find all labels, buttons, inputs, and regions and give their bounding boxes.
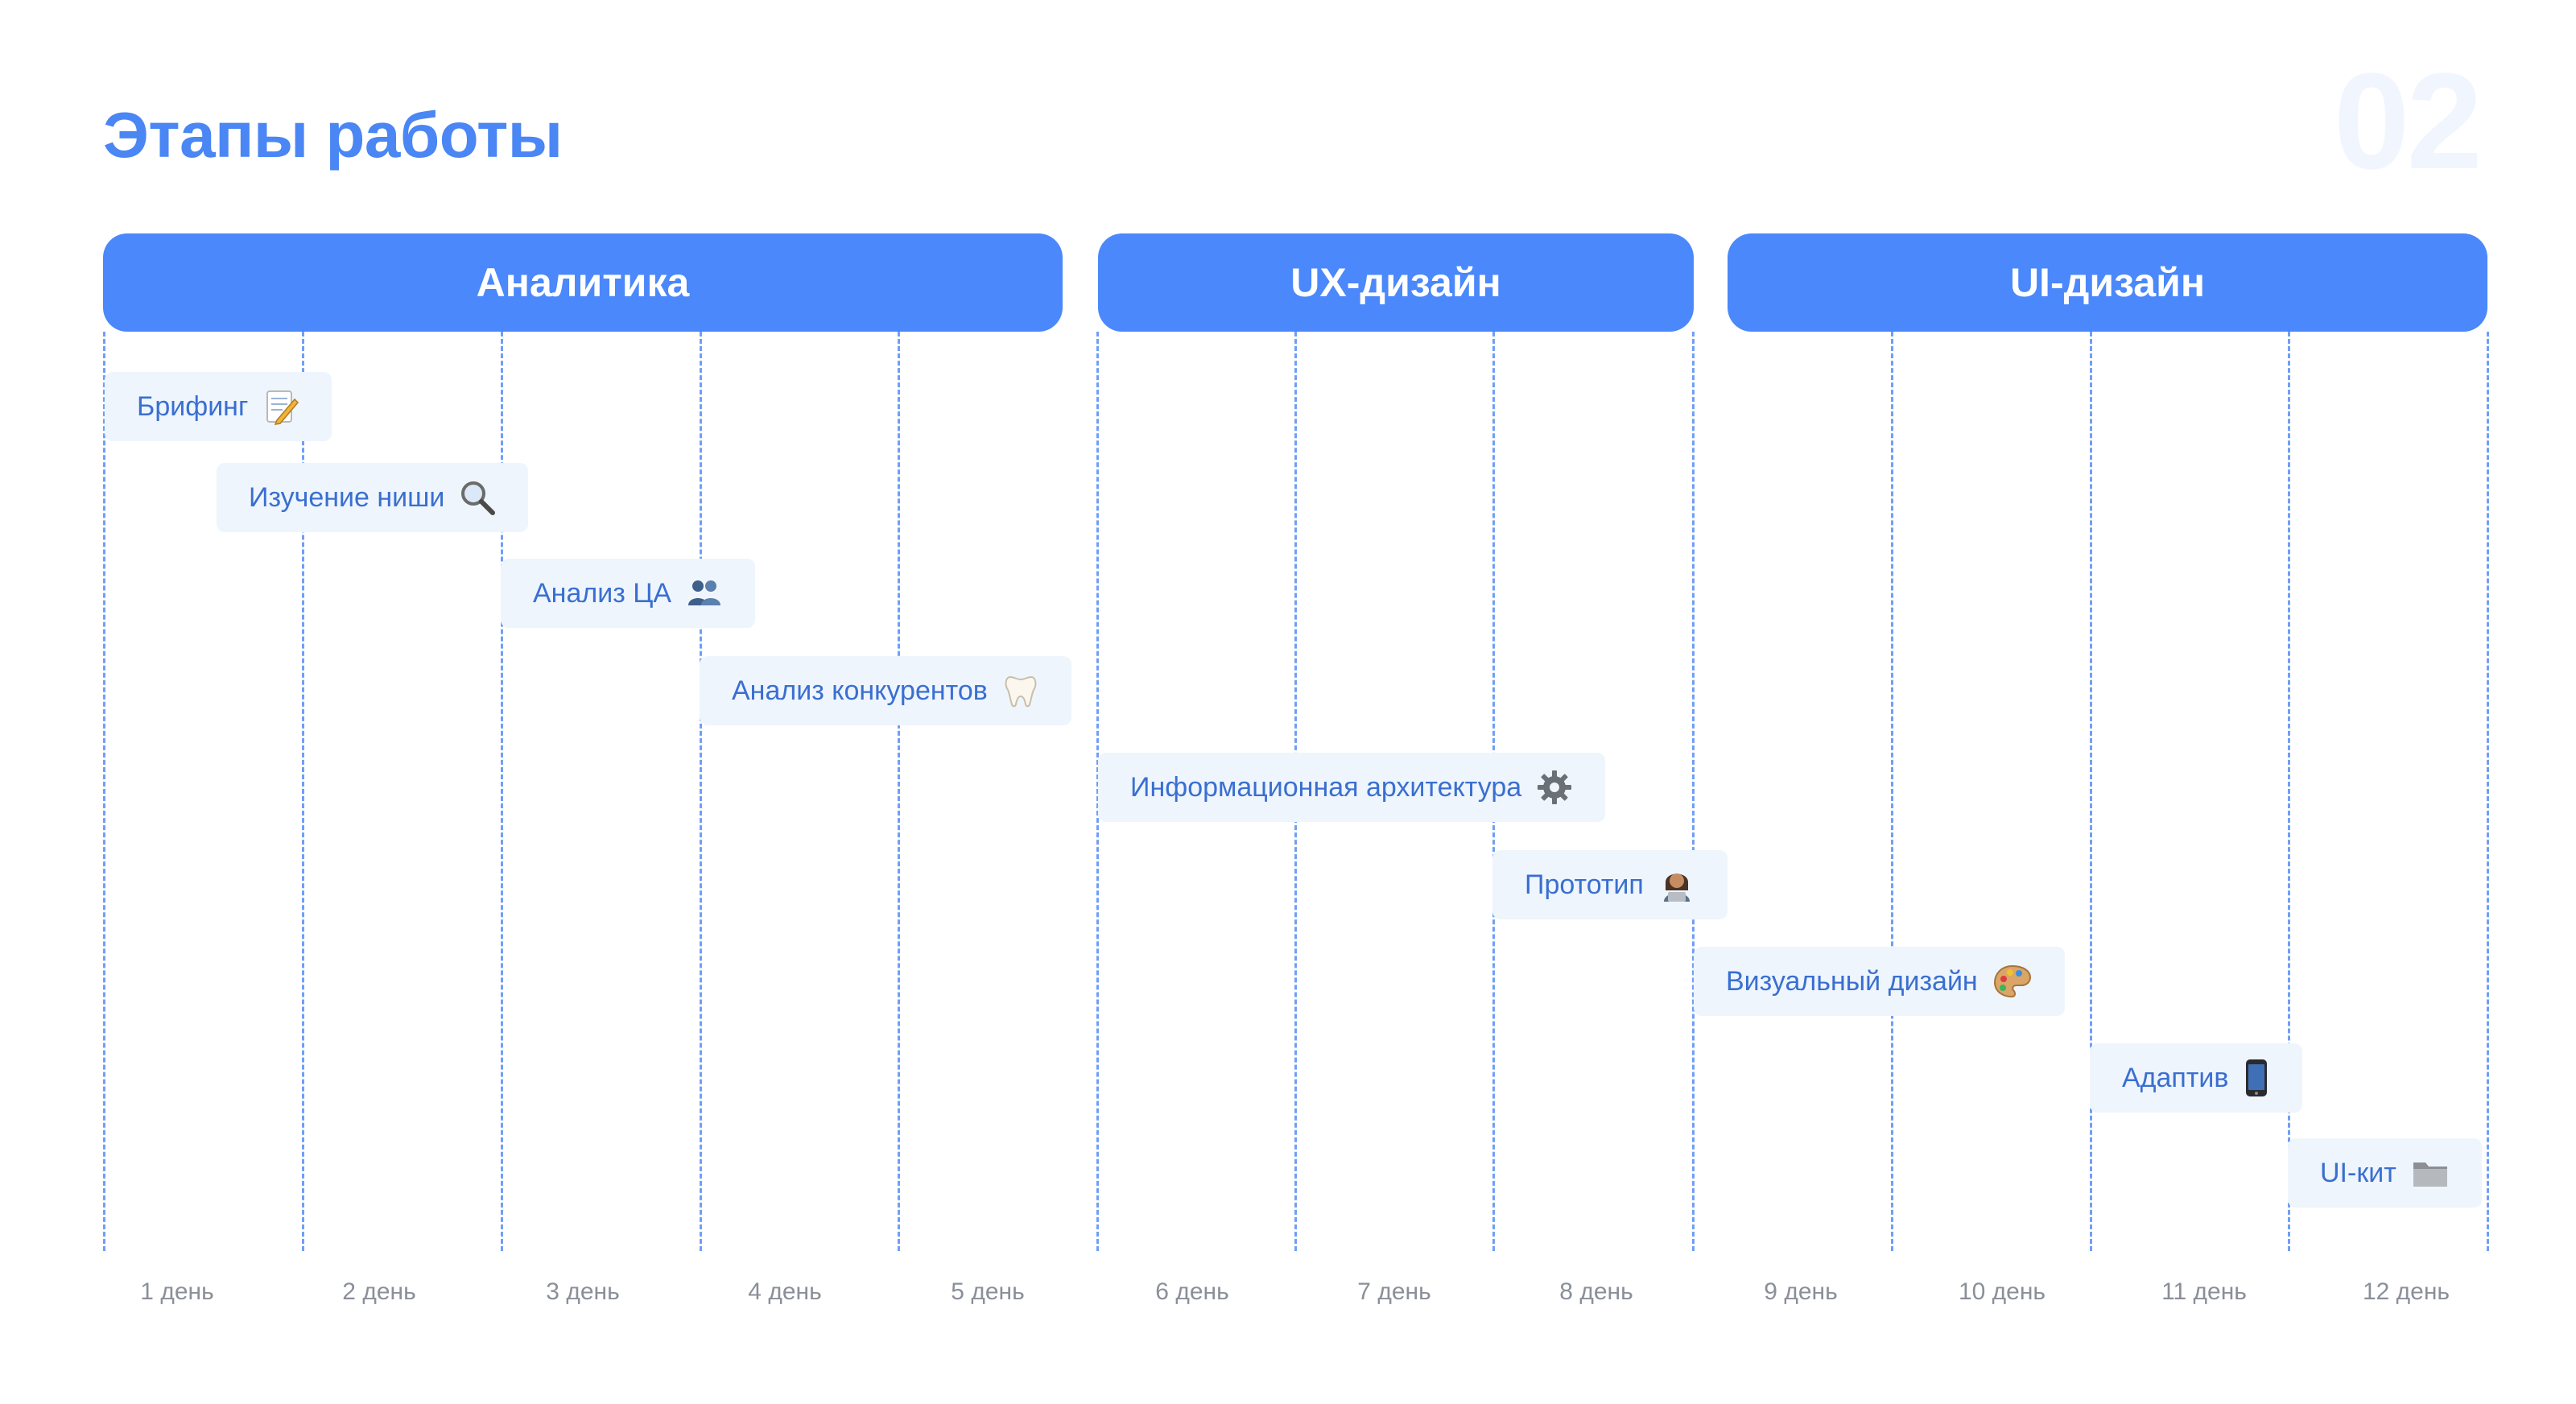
task-label: Изучение ниши xyxy=(249,481,445,513)
day-label: 4 день xyxy=(748,1278,822,1305)
day-label: 5 день xyxy=(951,1278,1025,1305)
task-adaptive: Адаптив xyxy=(2090,1043,2303,1113)
task-ui-kit: UI-кит xyxy=(2288,1138,2482,1208)
folder-icon xyxy=(2413,1162,2447,1187)
task-label: Прототип xyxy=(1525,869,1644,900)
palette-icon xyxy=(1993,964,2031,998)
phase-label: UX-дизайн xyxy=(1290,260,1501,305)
day-label: 12 день xyxy=(2362,1278,2450,1305)
task-label: Брифинг xyxy=(137,390,249,422)
phase-ux-design: UX-дизайн xyxy=(1098,233,1694,332)
person-laptop-icon xyxy=(1663,873,1690,902)
day-label: 7 день xyxy=(1357,1278,1431,1305)
grid-line xyxy=(898,332,900,1251)
magnifier-icon xyxy=(461,481,496,515)
grid-line xyxy=(1692,332,1695,1251)
phase-analytics: Аналитика xyxy=(103,233,1063,332)
phase-label: UI-дизайн xyxy=(2009,260,2206,305)
task-label: Анализ конкурентов xyxy=(732,675,988,706)
day-label: 3 день xyxy=(546,1278,620,1305)
grid-line xyxy=(1891,332,1893,1251)
phone-icon xyxy=(2246,1059,2268,1096)
gear-icon xyxy=(1538,770,1572,804)
page-number: 02 xyxy=(2333,45,2483,198)
grid-line xyxy=(2090,332,2092,1251)
day-label: 8 день xyxy=(1559,1278,1633,1305)
grid-line xyxy=(2288,332,2290,1251)
day-label: 2 день xyxy=(342,1278,416,1305)
task-label: Визуальный дизайн xyxy=(1726,965,1978,997)
people-icon xyxy=(688,580,721,605)
day-label: 9 день xyxy=(1764,1278,1838,1305)
task-information-architecture: Информационная архитектура xyxy=(1098,753,1606,822)
day-label: 1 день xyxy=(140,1278,214,1305)
task-prototype: Прототип xyxy=(1492,850,1728,919)
task-audience-analysis: Анализ ЦА xyxy=(501,559,756,628)
task-label: UI-кит xyxy=(2320,1157,2396,1188)
day-label: 10 день xyxy=(1958,1278,2046,1305)
grid-line xyxy=(700,332,702,1251)
task-niche-research: Изучение ниши xyxy=(217,463,529,532)
day-label: 6 день xyxy=(1155,1278,1229,1305)
task-label: Информационная архитектура xyxy=(1130,771,1522,803)
task-label: Адаптив xyxy=(2122,1062,2229,1093)
task-competitor-analysis: Анализ конкурентов xyxy=(700,656,1071,725)
task-label: Анализ ЦА xyxy=(533,577,672,609)
grid-line xyxy=(103,332,105,1251)
day-label: 11 день xyxy=(2161,1278,2247,1305)
page-title: Этапы работы xyxy=(103,99,563,171)
tooth-icon xyxy=(1005,675,1037,708)
phase-ui-design: UI-дизайн xyxy=(1728,233,2487,332)
task-visual-design: Визуальный дизайн xyxy=(1694,947,2065,1016)
task-briefing: Брифинг xyxy=(105,372,332,441)
grid-line xyxy=(2487,332,2489,1251)
memo-icon xyxy=(266,390,299,425)
phase-label: Аналитика xyxy=(476,260,690,305)
